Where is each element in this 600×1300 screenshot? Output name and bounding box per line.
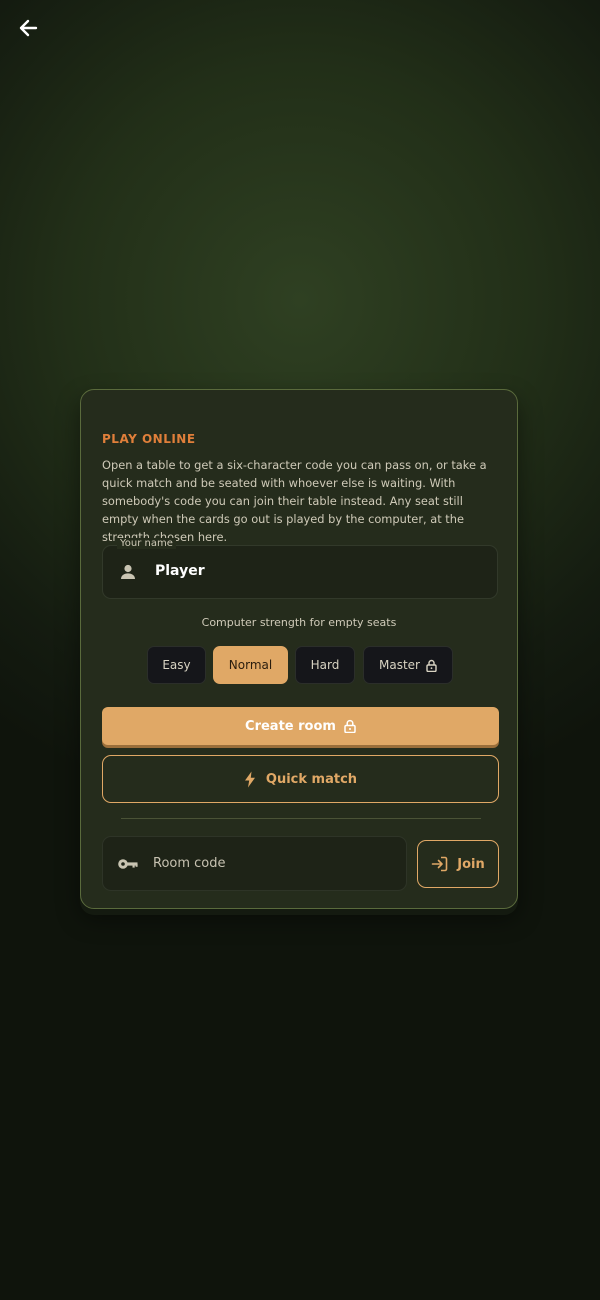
lightning-icon: [244, 771, 255, 787]
strength-label: Computer strength for empty seats: [201, 616, 397, 629]
create-room-label: Create room: [245, 718, 336, 734]
strength-option-label: Master: [379, 658, 420, 672]
room-code-input[interactable]: [153, 837, 393, 890]
strength-option-master[interactable]: Master: [363, 646, 453, 684]
lock-icon: [426, 659, 437, 672]
quick-match-label: Quick match: [265, 771, 358, 787]
play-online-card: PLAY ONLINE Open a table to get a six-ch…: [80, 389, 518, 909]
name-field[interactable]: Your name Player: [102, 538, 498, 599]
strength-option-label: Normal: [228, 658, 273, 672]
panel-heading: PLAY ONLINE: [102, 432, 196, 446]
strength-option-hard[interactable]: Hard: [295, 646, 355, 684]
room-code-field[interactable]: [102, 836, 407, 891]
join-button[interactable]: Join: [417, 840, 499, 888]
person-icon: [121, 564, 135, 579]
strength-option-label: Easy: [162, 658, 191, 672]
panel-description: Open a table to get a six-character code…: [102, 458, 487, 544]
lock-icon: [344, 719, 356, 733]
strength-option-normal[interactable]: Normal: [213, 646, 288, 684]
back-button[interactable]: [14, 14, 42, 42]
divider: [121, 818, 481, 819]
join-label: Join: [457, 856, 485, 872]
login-icon: [431, 856, 448, 872]
quick-match-button[interactable]: Quick match: [102, 755, 499, 803]
strength-option-easy[interactable]: Easy: [147, 646, 206, 684]
create-room-button[interactable]: Create room: [102, 707, 499, 745]
arrow-left-icon: [19, 19, 38, 37]
name-field-label: Your name: [117, 538, 176, 549]
name-value: Player: [155, 563, 205, 579]
key-icon: [118, 859, 138, 869]
strength-option-label: Hard: [310, 658, 340, 672]
